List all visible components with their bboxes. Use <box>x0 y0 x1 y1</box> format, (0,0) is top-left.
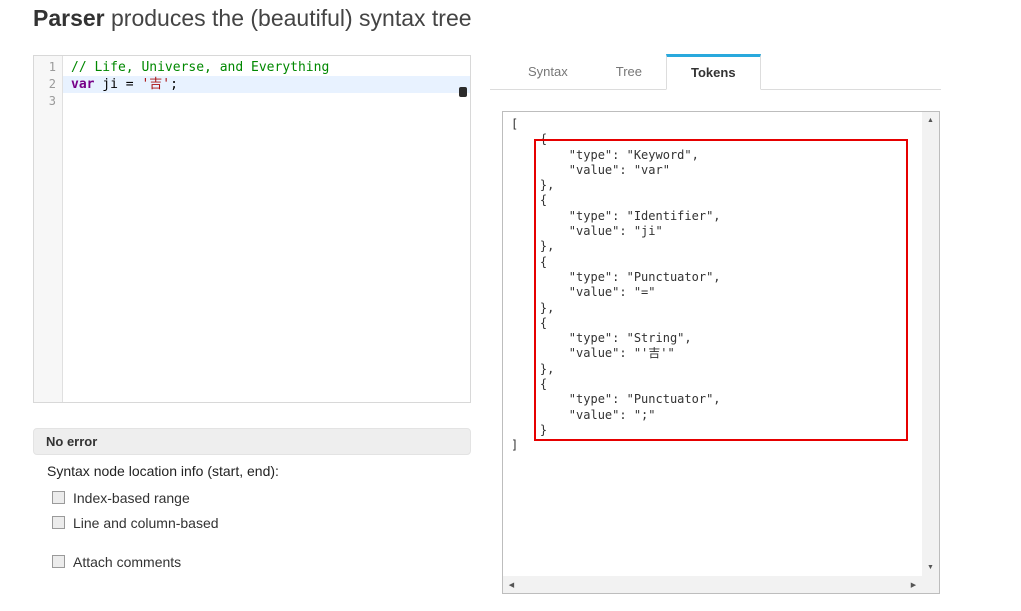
editor-line[interactable]: 2 var ji = '吉'; <box>34 76 470 93</box>
page-title-keyword: Parser <box>33 5 105 31</box>
scroll-up-icon[interactable]: ▲ <box>922 112 939 129</box>
scroll-down-icon[interactable]: ▼ <box>922 559 939 576</box>
line-number: 2 <box>48 77 56 91</box>
horizontal-scrollbar[interactable]: ◀ ▶ <box>503 576 922 593</box>
options-heading: Syntax node location info (start, end): <box>47 463 279 479</box>
checkbox-index-based-range[interactable] <box>52 491 65 504</box>
editor-line[interactable]: 1 // Life, Universe, and Everything <box>34 59 470 76</box>
checkbox-label: Line and column-based <box>73 514 219 531</box>
checkbox-group: Index-based range Line and column-based At… <box>47 485 279 574</box>
status-bar: No error <box>33 428 471 455</box>
tokens-json-content: [ { "type": "Keyword", "value": "var" },… <box>511 117 721 453</box>
editor-lines: 1 // Life, Universe, and Everything 2 var j… <box>34 59 470 110</box>
checkbox-label: Attach comments <box>73 553 182 570</box>
code-line: var ji = '吉'; <box>63 76 470 93</box>
page-title-rest: produces the (beautiful) syntax tree <box>104 5 472 31</box>
scroll-left-icon[interactable]: ◀ <box>503 576 520 593</box>
status-text: No error <box>46 434 98 449</box>
tab-syntax[interactable]: Syntax <box>504 54 592 89</box>
checkbox-label: Index-based range <box>73 489 190 506</box>
location-options: Syntax node location info (start, end): … <box>47 463 279 574</box>
editor-line[interactable]: 3 <box>34 93 470 110</box>
editor-scroll-marker <box>459 87 467 97</box>
code-line: // Life, Universe, and Everything <box>71 60 330 75</box>
tab-tree[interactable]: Tree <box>592 54 666 89</box>
checkbox-attach-comments[interactable] <box>52 555 65 568</box>
result-tabs: Syntax Tree Tokens <box>490 54 941 90</box>
checkbox-row: Line and column-based <box>47 510 279 535</box>
line-number: 1 <box>48 60 56 74</box>
checkbox-row: Attach comments <box>47 549 279 574</box>
line-number: 3 <box>48 94 56 108</box>
tab-tokens[interactable]: Tokens <box>666 54 761 90</box>
checkbox-line-and-column-based[interactable] <box>52 516 65 529</box>
scroll-right-icon[interactable]: ▶ <box>905 576 922 593</box>
page-title: Parser produces the (beautiful) syntax t… <box>33 5 472 32</box>
code-editor[interactable]: 1 // Life, Universe, and Everything 2 var j… <box>33 55 471 403</box>
tokens-panel: [ { "type": "Keyword", "value": "var" },… <box>502 111 940 594</box>
checkbox-row: Index-based range <box>47 485 279 510</box>
vertical-scrollbar[interactable]: ▲ ▼ <box>922 112 939 576</box>
scrollbar-corner <box>922 576 939 593</box>
